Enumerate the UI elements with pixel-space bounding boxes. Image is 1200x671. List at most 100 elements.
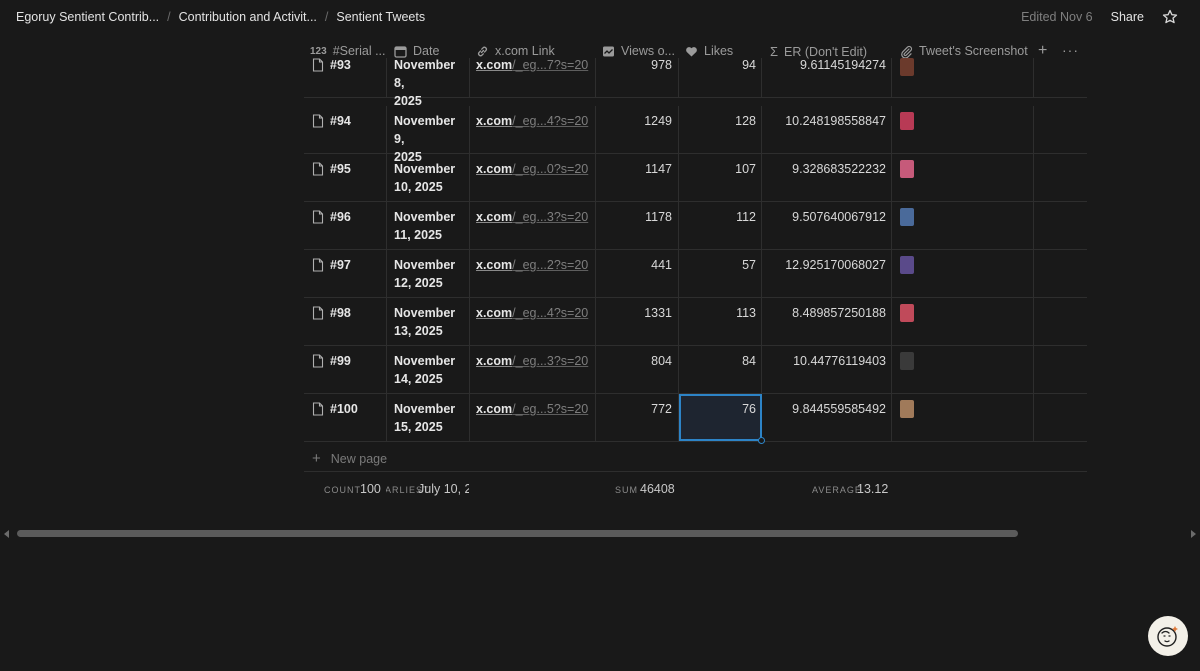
likes-cell[interactable]: 94 xyxy=(742,58,756,72)
link-cell[interactable]: x.com/_eg...7?s=20 xyxy=(476,58,588,72)
likes-cell[interactable]: 113 xyxy=(736,306,756,320)
table-row[interactable]: #100 November 15, 2025 x.com/_eg...5?s=20… xyxy=(304,394,1087,444)
link-domain[interactable]: x.com xyxy=(476,162,512,176)
table-row[interactable]: #96 November 11, 2025 x.com/_eg...3?s=20 … xyxy=(304,202,1087,250)
link-domain[interactable]: x.com xyxy=(476,258,512,272)
er-cell[interactable]: 9.328683522232 xyxy=(792,162,886,176)
screenshot-thumbnail[interactable] xyxy=(900,352,914,370)
er-cell[interactable]: 12.925170068027 xyxy=(785,258,886,272)
horizontal-scrollbar[interactable] xyxy=(0,528,1200,540)
er-cell[interactable]: 9.844559585492 xyxy=(792,402,886,416)
link-domain[interactable]: x.com xyxy=(476,210,512,224)
table-row[interactable]: #99 November 14, 2025 x.com/_eg...3?s=20 … xyxy=(304,346,1087,394)
likes-cell[interactable]: 128 xyxy=(735,114,756,128)
column-header-screenshot[interactable]: Tweet's Screenshot xyxy=(900,44,1028,58)
table-row[interactable]: #97 November 12, 2025 x.com/_eg...2?s=20 … xyxy=(304,250,1087,298)
views-cell[interactable]: 804 xyxy=(651,354,672,368)
scroll-left-icon[interactable] xyxy=(4,530,9,538)
er-cell[interactable]: 10.248198558847 xyxy=(785,114,886,128)
views-cell[interactable]: 441 xyxy=(651,258,672,272)
views-cell[interactable]: 978 xyxy=(651,58,672,72)
column-header-link[interactable]: x.com Link xyxy=(476,44,555,58)
er-cell[interactable]: 8.489857250188 xyxy=(792,306,886,320)
screenshot-thumbnail[interactable] xyxy=(900,304,914,322)
date-cell[interactable]: November 11, 2025 xyxy=(394,208,468,244)
table-row[interactable]: #98 November 13, 2025 x.com/_eg...4?s=20 … xyxy=(304,298,1087,346)
breadcrumb-item-contribution[interactable]: Contribution and Activit... xyxy=(179,10,317,24)
serial-cell[interactable]: #93 xyxy=(330,58,351,72)
date-cell[interactable]: November 14, 2025 xyxy=(394,352,468,388)
link-cell[interactable]: x.com/_eg...4?s=20 xyxy=(476,306,588,320)
likes-cell[interactable]: 112 xyxy=(736,210,756,224)
date-cell[interactable]: November 15, 2025 xyxy=(394,400,468,436)
sum-value[interactable]: 46408 xyxy=(640,482,675,496)
table-row[interactable]: #94 November 9, 2025 x.com/_eg...4?s=20 1… xyxy=(304,106,1087,164)
likes-cell[interactable]: 76 xyxy=(742,402,756,416)
date-cell[interactable]: November 10, 2025 xyxy=(394,160,468,196)
link-path[interactable]: /_eg...7?s=20 xyxy=(512,58,588,72)
ai-assistant-button[interactable] xyxy=(1148,616,1188,656)
link-cell[interactable]: x.com/_eg...3?s=20 xyxy=(476,354,588,368)
table-row[interactable]: #93 November 8, 2025 x.com/_eg...7?s=20 9… xyxy=(304,58,1087,108)
screenshot-thumbnail[interactable] xyxy=(900,208,914,226)
earliest-calculation[interactable]: EARLIEST July 10, 20 xyxy=(386,481,469,503)
link-path[interactable]: /_eg...3?s=20 xyxy=(512,210,588,224)
link-path[interactable]: /_eg...4?s=20 xyxy=(512,306,588,320)
screenshot-thumbnail[interactable] xyxy=(900,400,914,418)
link-path[interactable]: /_eg...2?s=20 xyxy=(512,258,588,272)
table-row[interactable]: #95 November 10, 2025 x.com/_eg...0?s=20 … xyxy=(304,154,1087,202)
serial-cell[interactable]: #98 xyxy=(330,306,351,320)
link-domain[interactable]: x.com xyxy=(476,402,512,416)
views-cell[interactable]: 1249 xyxy=(644,114,672,128)
views-cell[interactable]: 772 xyxy=(651,402,672,416)
serial-cell[interactable]: #99 xyxy=(330,354,351,368)
new-page-button[interactable]: + New page xyxy=(312,450,387,467)
serial-cell[interactable]: #100 xyxy=(330,402,358,416)
link-cell[interactable]: x.com/_eg...4?s=20 xyxy=(476,114,588,128)
link-cell[interactable]: x.com/_eg...3?s=20 xyxy=(476,210,588,224)
column-header-er[interactable]: Σ ER (Don't Edit) xyxy=(770,44,867,59)
likes-cell[interactable]: 107 xyxy=(735,162,756,176)
column-header-likes[interactable]: Likes xyxy=(685,44,733,58)
link-domain[interactable]: x.com xyxy=(476,306,512,320)
views-cell[interactable]: 1331 xyxy=(644,306,672,320)
share-button[interactable]: Share xyxy=(1111,10,1144,24)
likes-cell[interactable]: 57 xyxy=(742,258,756,272)
screenshot-thumbnail[interactable] xyxy=(900,160,914,178)
date-cell[interactable]: November 8, 2025 xyxy=(394,56,468,110)
date-cell[interactable]: November 12, 2025 xyxy=(394,256,468,292)
count-value[interactable]: 100 xyxy=(360,482,381,496)
link-domain[interactable]: x.com xyxy=(476,114,512,128)
link-cell[interactable]: x.com/_eg...5?s=20 xyxy=(476,402,588,416)
scrollbar-thumb[interactable] xyxy=(17,530,1018,537)
link-domain[interactable]: x.com xyxy=(476,354,512,368)
more-options-button[interactable]: ··· xyxy=(1062,42,1079,58)
average-value[interactable]: 13.12 xyxy=(857,482,888,496)
screenshot-thumbnail[interactable] xyxy=(900,58,914,76)
fill-handle[interactable] xyxy=(758,437,765,444)
er-cell[interactable]: 9.61145194274 xyxy=(800,58,886,72)
views-cell[interactable]: 1178 xyxy=(645,210,672,224)
link-cell[interactable]: x.com/_eg...0?s=20 xyxy=(476,162,588,176)
serial-cell[interactable]: #95 xyxy=(330,162,351,176)
er-cell[interactable]: 9.507640067912 xyxy=(792,210,886,224)
er-cell[interactable]: 10.44776119403 xyxy=(793,354,886,368)
column-header-serial[interactable]: 123 #Serial ... xyxy=(310,44,386,58)
scroll-right-icon[interactable] xyxy=(1191,530,1196,538)
date-cell[interactable]: November 13, 2025 xyxy=(394,304,468,340)
link-path[interactable]: /_eg...4?s=20 xyxy=(512,114,588,128)
screenshot-thumbnail[interactable] xyxy=(900,112,914,130)
likes-cell[interactable]: 84 xyxy=(742,354,756,368)
link-domain[interactable]: x.com xyxy=(476,58,512,72)
link-path[interactable]: /_eg...0?s=20 xyxy=(512,162,588,176)
views-cell[interactable]: 1147 xyxy=(645,162,672,176)
column-header-views[interactable]: Views o... xyxy=(602,44,675,58)
serial-cell[interactable]: #96 xyxy=(330,210,351,224)
serial-cell[interactable]: #94 xyxy=(330,114,351,128)
serial-cell[interactable]: #97 xyxy=(330,258,351,272)
breadcrumb-item-workspace[interactable]: Egoruy Sentient Contrib... xyxy=(16,10,159,24)
link-cell[interactable]: x.com/_eg...2?s=20 xyxy=(476,258,588,272)
link-path[interactable]: /_eg...5?s=20 xyxy=(512,402,588,416)
breadcrumb-item-current-page[interactable]: Sentient Tweets xyxy=(336,10,425,24)
screenshot-thumbnail[interactable] xyxy=(900,256,914,274)
